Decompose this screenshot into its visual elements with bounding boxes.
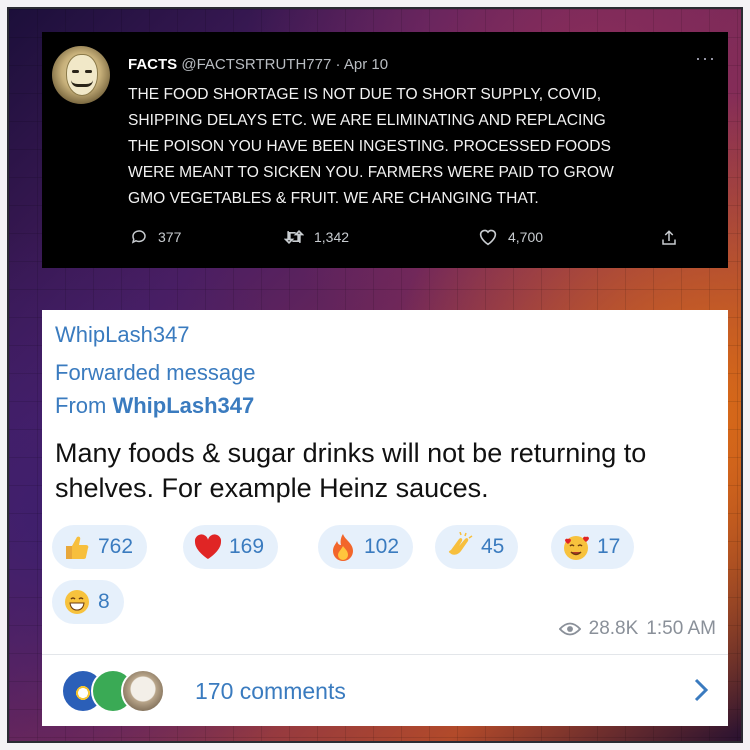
reaction-fire[interactable]: 102 — [318, 525, 414, 569]
tweet-header: FACTS @FACTSRTRUTH777 · Apr 10 — [128, 56, 388, 73]
tweet-handle[interactable]: @FACTSRTRUTH777 — [181, 56, 331, 73]
heart-icon — [479, 229, 497, 246]
mask-avatar[interactable] — [52, 46, 110, 104]
comments-count: 170 comments — [195, 678, 346, 704]
forwarded-from[interactable]: From WhipLash347 — [55, 393, 254, 419]
avatar — [121, 669, 165, 713]
reaction-count: 102 — [364, 535, 400, 558]
mask-icon — [66, 54, 98, 96]
reaction-count: 169 — [229, 535, 265, 558]
reaction-count: 45 — [481, 535, 505, 558]
from-prefix: From — [55, 393, 107, 418]
comment-icon — [131, 230, 146, 244]
retweet-icon — [284, 229, 304, 245]
more-options-icon[interactable]: ··· — [695, 48, 716, 69]
tweet-separator: · — [335, 56, 341, 73]
reaction-smiling-hearts[interactable]: 17 — [551, 525, 635, 569]
reaction-thumbs-up[interactable]: 762 — [52, 525, 148, 569]
telegram-message-card[interactable]: WhipLash347 Forwarded message From WhipL… — [42, 310, 728, 726]
from-name[interactable]: WhipLash347 — [112, 393, 254, 418]
red-heart-icon — [194, 534, 222, 559]
image-frame: FACTS @FACTSRTRUTH777 · Apr 10 ··· THE F… — [0, 0, 750, 750]
chevron-right-icon — [694, 678, 709, 702]
tweet-date[interactable]: Apr 10 — [344, 56, 388, 73]
channel-name[interactable]: WhipLash347 — [55, 322, 190, 348]
tweet-text: THE FOOD SHORTAGE IS NOT DUE TO SHORT SU… — [128, 86, 614, 207]
reply-button[interactable]: 377 — [130, 228, 181, 246]
view-count: 28.8K — [588, 618, 639, 639]
like-button[interactable]: 4,700 — [478, 228, 543, 246]
retweet-count: 1,342 — [314, 229, 350, 245]
like-count: 4,700 — [508, 229, 544, 245]
reaction-count: 17 — [597, 535, 621, 558]
thumbs-up-icon — [66, 536, 89, 559]
reaction-grin[interactable]: 8 — [52, 580, 124, 624]
share-icon — [662, 230, 676, 245]
smiling-face-with-hearts-icon — [564, 536, 589, 560]
message-time: 1:50 AM — [646, 618, 716, 639]
collage-background: FACTS @FACTSRTRUTH777 · Apr 10 ··· THE F… — [7, 7, 743, 743]
fire-icon — [333, 534, 353, 561]
comments-button[interactable]: 170 comments — [55, 665, 715, 717]
tweet-author-name[interactable]: FACTS — [128, 56, 177, 73]
reaction-heart[interactable]: 169 — [183, 525, 279, 569]
clapping-hands-icon — [448, 532, 473, 555]
commenter-avatars — [61, 669, 191, 715]
tweet-actions: 377 1,342 4,700 — [130, 229, 710, 253]
reaction-count: 762 — [98, 535, 134, 558]
share-button[interactable] — [660, 228, 678, 248]
message-meta: 28.8K 1:50 AM — [558, 618, 716, 640]
reaction-count: 8 — [98, 590, 110, 613]
divider — [42, 654, 728, 655]
reply-count: 377 — [158, 229, 182, 245]
forwarded-label: Forwarded message — [55, 360, 256, 385]
retweet-button[interactable]: 1,342 — [284, 228, 349, 246]
views-eye-icon — [558, 622, 581, 636]
grinning-face-icon — [65, 590, 89, 614]
reaction-clap[interactable]: 45 — [435, 525, 519, 569]
message-text: Many foods & sugar drinks will not be re… — [55, 438, 647, 503]
